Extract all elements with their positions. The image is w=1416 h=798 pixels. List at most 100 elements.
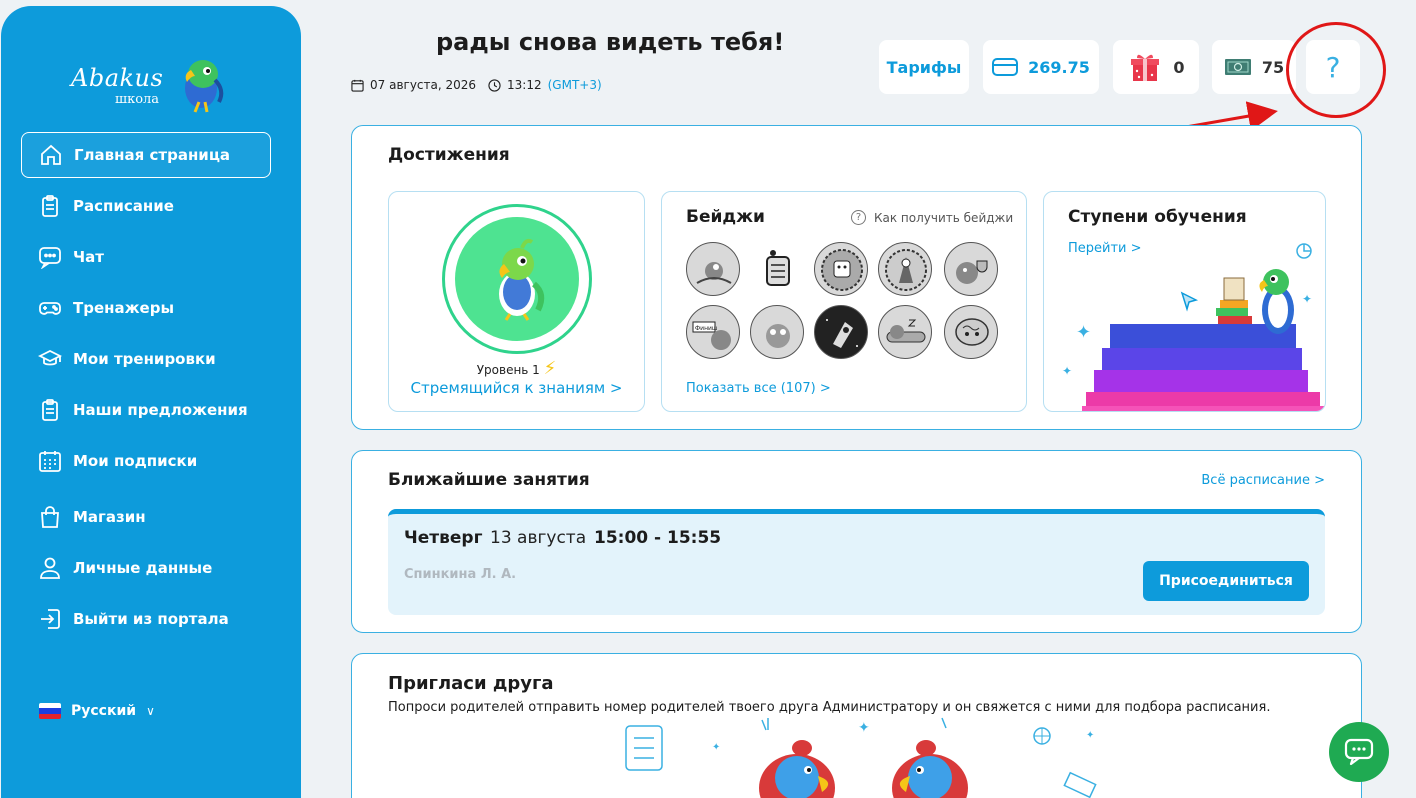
lesson-item: Четверг 13 августа 15:00 - 15:55 Спинкин… xyxy=(388,509,1325,615)
badge-item[interactable] xyxy=(814,242,868,296)
sidebar-item-label: Мои тренировки xyxy=(73,350,216,368)
svg-text:✦: ✦ xyxy=(1086,730,1094,741)
cursor-icon xyxy=(1180,291,1199,312)
sidebar-item-schedule[interactable]: Расписание xyxy=(21,183,271,229)
svg-text:✦: ✦ xyxy=(712,742,720,753)
badge-item[interactable] xyxy=(750,242,804,296)
parrot-logo-icon xyxy=(185,60,224,113)
money-button[interactable]: 75 xyxy=(1212,40,1296,94)
badges-show-all-link[interactable]: Показать все (107) > xyxy=(686,381,831,396)
chat-bubble-icon xyxy=(1344,738,1374,766)
sidebar-item-personal-data[interactable]: Личные данные xyxy=(21,545,271,591)
badges-title: Бейджи xyxy=(686,207,765,227)
parrot-with-books-icon xyxy=(1216,269,1294,334)
balance-value: 269.75 xyxy=(1028,57,1090,77)
balance-button[interactable]: 269.75 xyxy=(983,40,1099,94)
badge-item[interactable]: Финиш xyxy=(686,305,740,359)
learning-steps-link[interactable]: Перейти > xyxy=(1068,241,1142,256)
lesson-teacher: Спинкина Л. А. xyxy=(404,567,517,582)
badges-help-label: Как получить бейджи xyxy=(874,210,1014,225)
full-schedule-link[interactable]: Всё расписание > xyxy=(1201,473,1325,488)
gift-icon xyxy=(1131,54,1160,81)
credit-card-icon xyxy=(992,58,1019,76)
learning-steps-panel: Ступени обучения Перейти > ✦ ✦ ✦ xyxy=(1043,191,1326,412)
calendar-icon xyxy=(351,79,364,92)
badges-help-link[interactable]: ? Как получить бейджи xyxy=(851,210,1013,225)
robot-badge-icon xyxy=(821,249,863,291)
current-time: 13:12 xyxy=(507,78,542,92)
bird-badge-icon xyxy=(696,262,732,284)
lesson-day: Четверг xyxy=(404,528,483,548)
russia-flag-icon xyxy=(39,703,61,719)
finish-badge-icon: Финиш xyxy=(692,321,731,350)
invite-text: Попроси родителей отправить номер родите… xyxy=(388,700,1271,715)
clipboard-icon xyxy=(37,397,63,423)
join-lesson-button[interactable]: Присоединиться xyxy=(1143,561,1309,601)
sidebar: Abakus школа Главная страница Расписание… xyxy=(1,6,301,798)
badge-item[interactable] xyxy=(944,305,998,359)
language-label: Русский xyxy=(71,703,137,719)
badge-item[interactable] xyxy=(750,305,804,359)
sidebar-item-home[interactable]: Главная страница xyxy=(21,132,271,178)
user-icon xyxy=(37,555,63,581)
sidebar-item-label: Мои подписки xyxy=(73,452,198,470)
help-button[interactable]: ? xyxy=(1306,40,1360,94)
banknote-icon xyxy=(1224,59,1251,75)
level-panel: Уровень 1 ⚡ Стремящийся к знаниям > xyxy=(388,191,645,412)
logo-subtitle: школа xyxy=(115,92,160,107)
gifts-count: 0 xyxy=(1173,57,1185,77)
tariffs-button[interactable]: Тарифы xyxy=(879,40,969,94)
question-mark-icon: ? xyxy=(1325,50,1341,84)
current-date: 07 августа, 2026 xyxy=(370,78,477,92)
badge-item[interactable] xyxy=(878,242,932,296)
sidebar-item-shop[interactable]: Магазин xyxy=(21,494,271,540)
gamepad-icon xyxy=(37,295,63,321)
badges-panel: Бейджи ? Как получить бейджи Финиш Показ… xyxy=(661,191,1027,412)
timezone: (GMT+3) xyxy=(547,78,602,92)
sidebar-item-label: Чат xyxy=(73,248,104,266)
sidebar-item-subscriptions[interactable]: Мои подписки xyxy=(21,438,271,484)
hero-badge-icon xyxy=(885,249,927,291)
invite-title: Пригласи друга xyxy=(388,673,554,694)
current-datetime: 07 августа, 2026 13:12 (GMT+3) xyxy=(351,78,602,92)
level-title-link[interactable]: Стремящийся к знаниям > xyxy=(389,379,644,397)
sidebar-item-label: Личные данные xyxy=(73,559,213,577)
home-icon xyxy=(38,142,64,168)
graduation-cap-icon xyxy=(37,346,63,372)
money-count: 75 xyxy=(1261,57,1285,77)
sidebar-item-offers[interactable]: Наши предложения xyxy=(21,387,271,433)
badge-item[interactable] xyxy=(878,305,932,359)
achievements-card: Достижения Уровень 1 ⚡ Стремящийся к зна… xyxy=(351,125,1362,430)
pie-chart-icon xyxy=(1296,243,1312,259)
sleeping-bird-badge-icon xyxy=(886,319,926,343)
sidebar-item-trainers[interactable]: Тренажеры xyxy=(21,285,271,331)
clipboard-icon xyxy=(37,193,63,219)
gifts-button[interactable]: 0 xyxy=(1113,40,1199,94)
language-selector[interactable]: Русский ∨ xyxy=(39,703,155,719)
parrot-mascot-icon xyxy=(499,238,545,321)
rocket-badge-icon xyxy=(826,319,858,348)
support-chat-button[interactable] xyxy=(1329,722,1389,782)
chat-icon xyxy=(37,244,63,270)
calendar-icon xyxy=(37,448,63,474)
question-circle-icon: ? xyxy=(851,210,866,225)
tariffs-label: Тарифы xyxy=(886,57,962,77)
badge-item[interactable] xyxy=(686,242,740,296)
brain-badge-icon xyxy=(955,318,989,346)
svg-text:✦: ✦ xyxy=(858,720,870,736)
ice-cream-badge-icon xyxy=(766,324,790,348)
sparkle-icon: ✦ xyxy=(1062,364,1073,378)
sidebar-item-label: Наши предложения xyxy=(73,401,248,419)
sidebar-item-logout[interactable]: Выйти из портала xyxy=(21,596,271,642)
sidebar-item-label: Выйти из портала xyxy=(73,610,229,628)
invite-parrots-illustration: ✦ ✦ ✦ xyxy=(625,717,1097,798)
sidebar-item-chat[interactable]: Чат xyxy=(21,234,271,280)
school-logo[interactable]: Abakus школа xyxy=(71,54,231,124)
sidebar-item-label: Расписание xyxy=(73,197,174,215)
sidebar-item-my-trainings[interactable]: Мои тренировки xyxy=(21,336,271,382)
chevron-down-icon: ∨ xyxy=(146,704,155,718)
logout-icon xyxy=(37,606,63,632)
badge-item[interactable] xyxy=(814,305,868,359)
badge-item[interactable] xyxy=(944,242,998,296)
level-label: Уровень 1 ⚡ xyxy=(389,358,644,379)
